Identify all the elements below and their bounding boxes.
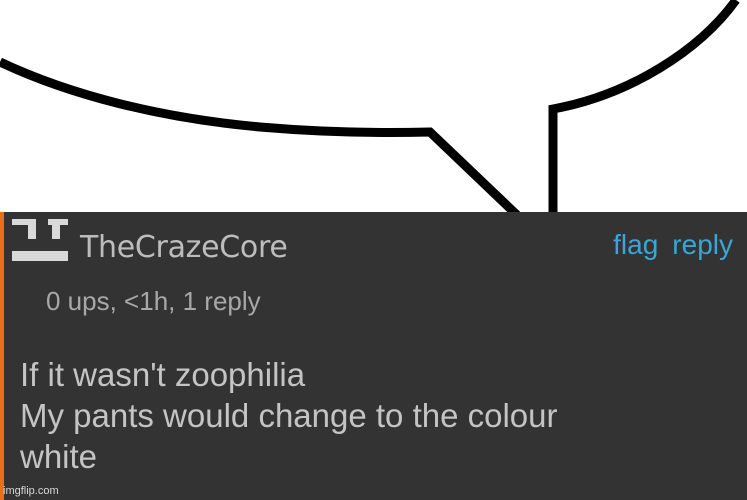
- speech-bubble-image: [0, 0, 740, 215]
- comment-panel: TheCrazeCore flag reply 0 ups, <1h, 1 rep…: [0, 212, 747, 500]
- user-avatar-icon[interactable]: [12, 217, 70, 265]
- comment-body: If it wasn't zoophilia My pants would ch…: [20, 354, 740, 477]
- comment-body-line: If it wasn't zoophilia: [20, 356, 306, 393]
- speech-bubble-outline: [0, 0, 740, 215]
- reply-link[interactable]: reply: [672, 229, 733, 260]
- comment-body-line: My pants would change to the colour: [20, 397, 558, 434]
- comment-meta: 0 ups, <1h, 1 reply: [46, 286, 261, 316]
- comment-accent-bar: [0, 212, 4, 500]
- comment-body-line: white: [20, 438, 98, 475]
- imgflip-watermark: imgflip.com: [3, 485, 59, 497]
- flag-link[interactable]: flag: [613, 229, 658, 260]
- comment-username[interactable]: TheCrazeCore: [80, 230, 288, 265]
- comment-actions: flag reply: [599, 229, 733, 261]
